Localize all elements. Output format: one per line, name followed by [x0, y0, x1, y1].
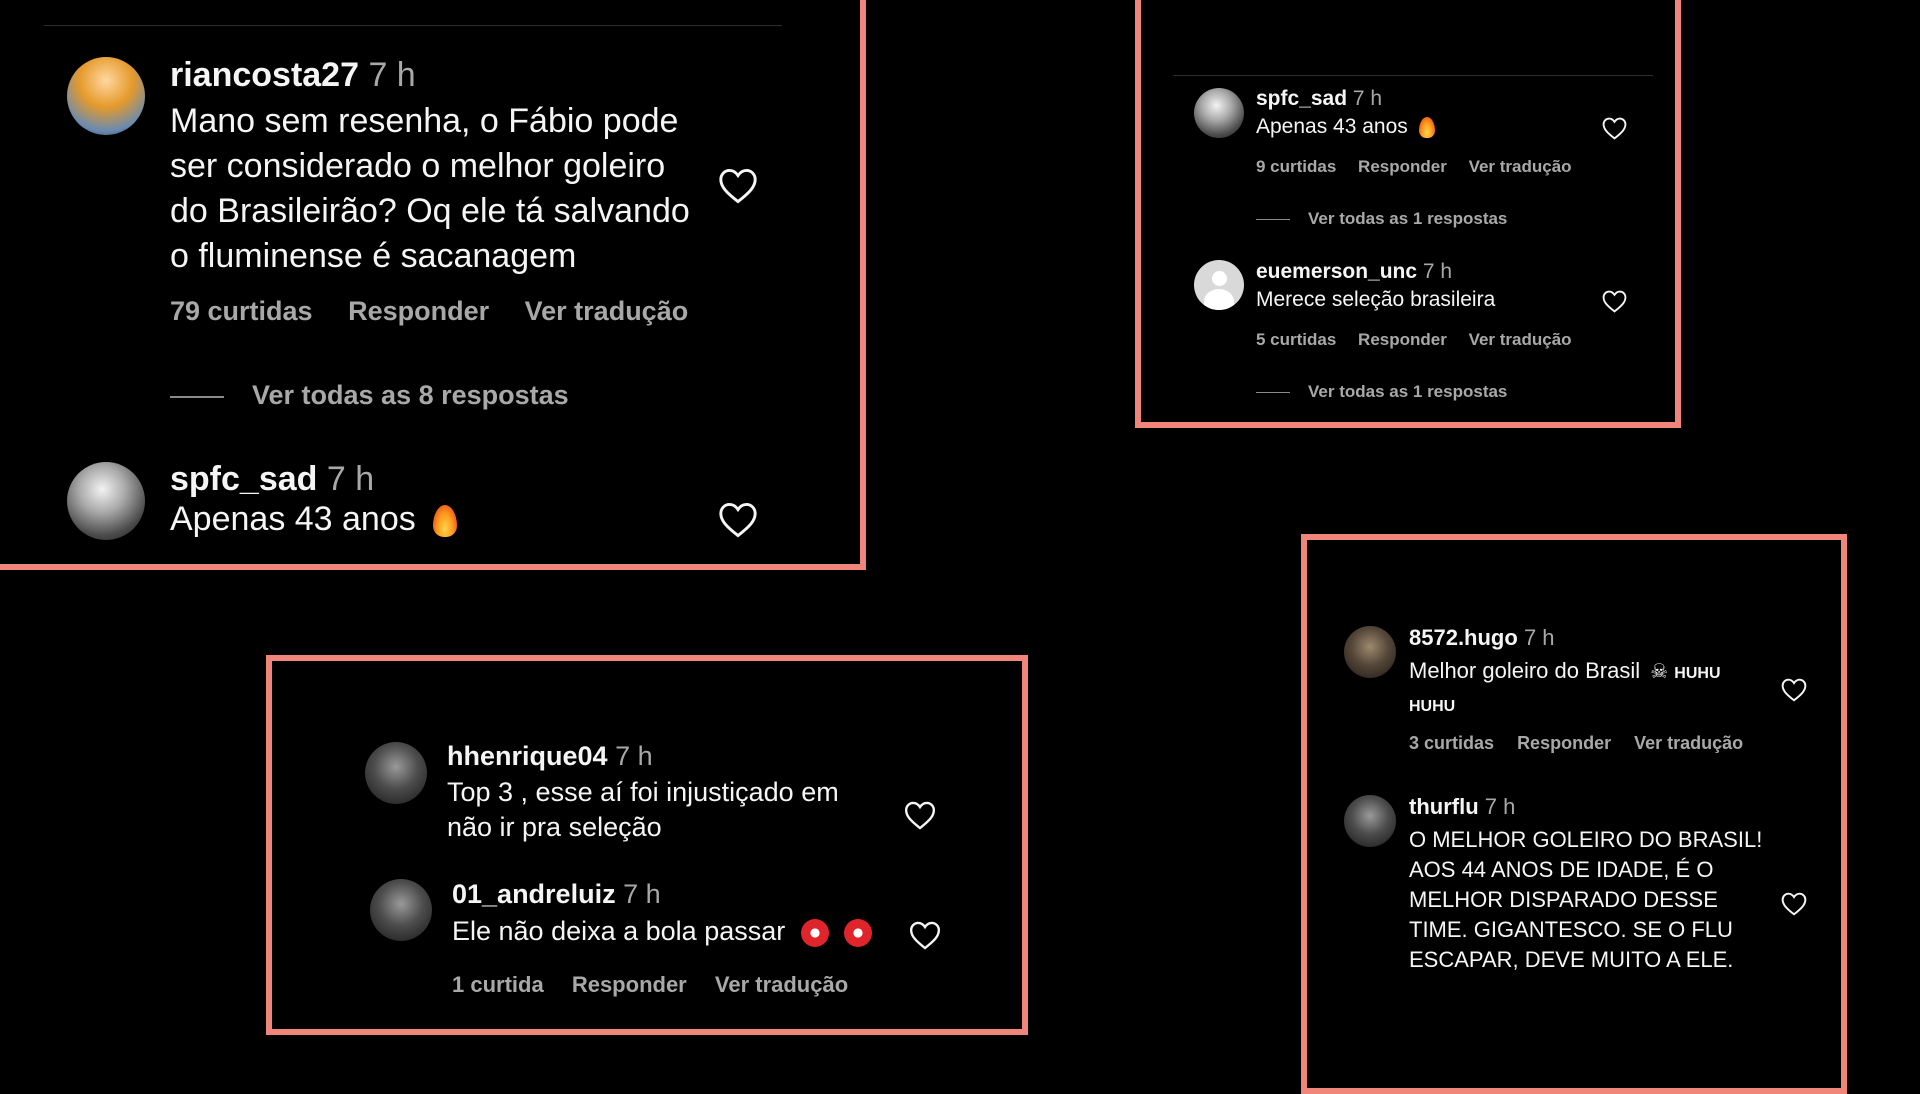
likes-count[interactable]: 3 curtidas — [1409, 733, 1494, 753]
timestamp: 7 h — [1523, 625, 1555, 650]
translate-button[interactable]: Ver tradução — [1634, 733, 1743, 753]
like-heart-icon[interactable] — [1781, 678, 1807, 702]
view-replies-label[interactable]: Ver todas as 8 respostas — [252, 380, 569, 410]
red-eyes-emoji-icon — [800, 918, 829, 947]
username[interactable]: 8572.hugo — [1409, 625, 1518, 650]
timestamp: 7 h — [368, 56, 416, 94]
timestamp: 7 h — [623, 879, 661, 909]
translate-button[interactable]: Ver tradução — [525, 296, 689, 326]
comments-panel-top-left: riancosta27 7 h Mano sem resenha, o Fábi… — [0, 0, 866, 570]
username[interactable]: thurflu — [1409, 794, 1479, 819]
replies-line — [1256, 219, 1290, 221]
fire-emoji-icon — [1418, 116, 1435, 138]
username[interactable]: euemerson_unc — [1256, 260, 1417, 283]
comment-header: 8572.hugo 7 h — [1409, 625, 1555, 651]
translate-button[interactable]: Ver tradução — [1469, 330, 1572, 349]
timestamp: 7 h — [326, 460, 375, 498]
comment-actions: 1 curtida Responder Ver tradução — [452, 972, 848, 998]
reply-button[interactable]: Responder — [1358, 157, 1447, 176]
view-replies-link[interactable]: Ver todas as 8 respostas — [170, 380, 569, 411]
avatar[interactable] — [1344, 626, 1396, 678]
timestamp: 7 h — [1484, 794, 1516, 819]
avatar[interactable] — [1194, 88, 1244, 138]
translate-button[interactable]: Ver tradução — [715, 972, 848, 997]
comment-text-content: Apenas 43 anos — [170, 500, 416, 538]
comment-text: Apenas 43 anos — [170, 500, 458, 539]
like-heart-icon[interactable] — [1781, 892, 1807, 916]
comment-text: O MELHOR GOLEIRO DO BRASIL! AOS 44 ANOS … — [1409, 827, 1763, 972]
avatar[interactable] — [67, 462, 145, 540]
comments-panel-bottom-left: hhenrique04 7 h Top 3 , esse aí foi inju… — [266, 655, 1028, 1035]
comment-text: Apenas 43 anos — [1256, 115, 1435, 139]
comments-panel-bottom-right: 8572.hugo 7 h Melhor goleiro do Brasil ☠… — [1301, 534, 1847, 1094]
comment-text: Top 3 , esse aí foi injustiçado em não i… — [447, 777, 839, 842]
likes-count[interactable]: 1 curtida — [452, 972, 544, 997]
reply-button[interactable]: Responder — [1517, 733, 1611, 753]
like-heart-icon[interactable] — [904, 801, 936, 830]
comment-text: Mano sem resenha, o Fábio pode ser consi… — [170, 102, 690, 275]
comment-text-content: Ele não deixa a bola passar — [452, 916, 786, 946]
comment-actions: 3 curtidas Responder Ver tradução — [1409, 733, 1743, 754]
reply-button[interactable]: Responder — [1358, 330, 1447, 349]
view-replies-label[interactable]: Ver todas as 1 respostas — [1308, 209, 1507, 228]
replies-line — [170, 395, 224, 398]
replies-line — [1256, 392, 1290, 394]
comment-header: riancosta27 7 h — [170, 56, 416, 95]
comment-actions: 9 curtidas Responder Ver tradução — [1256, 157, 1572, 177]
comment-actions: 5 curtidas Responder Ver tradução — [1256, 330, 1572, 350]
avatar[interactable] — [1344, 795, 1396, 847]
username[interactable]: spfc_sad — [1256, 87, 1347, 110]
likes-count[interactable]: 5 curtidas — [1256, 330, 1336, 349]
comment-text-content: Apenas 43 anos — [1256, 115, 1408, 138]
skull-emoji-icon: ☠ — [1650, 661, 1669, 684]
like-heart-icon[interactable] — [1602, 117, 1627, 140]
username[interactable]: hhenrique04 — [447, 741, 608, 771]
username[interactable]: spfc_sad — [170, 460, 317, 498]
timestamp: 7 h — [1352, 87, 1383, 110]
translate-button[interactable]: Ver tradução — [1469, 157, 1572, 176]
timestamp: 7 h — [615, 741, 653, 771]
avatar[interactable] — [370, 879, 432, 941]
reply-button[interactable]: Responder — [348, 296, 489, 326]
avatar[interactable] — [365, 742, 427, 804]
like-heart-icon[interactable] — [718, 168, 758, 204]
avatar[interactable] — [67, 57, 145, 135]
view-replies-link[interactable]: Ver todas as 1 respostas — [1256, 209, 1507, 229]
like-heart-icon[interactable] — [1602, 290, 1627, 313]
likes-count[interactable]: 79 curtidas — [170, 296, 313, 326]
view-replies-label[interactable]: Ver todas as 1 respostas — [1308, 382, 1507, 401]
comment-text-content: Melhor goleiro do Brasil — [1409, 658, 1641, 683]
red-eyes-emoji-icon — [844, 918, 873, 947]
likes-count[interactable]: 9 curtidas — [1256, 157, 1336, 176]
username[interactable]: 01_andreluiz — [452, 879, 616, 909]
divider — [1173, 75, 1653, 76]
username[interactable]: riancosta27 — [170, 56, 359, 94]
comments-panel-top-right: spfc_sad 7 h Apenas 43 anos 9 curtidas R… — [1135, 0, 1681, 428]
avatar[interactable] — [1194, 260, 1244, 310]
comment-text: Ele não deixa a bola passar — [452, 916, 873, 947]
comment-text: Merece seleção brasileira — [1256, 288, 1496, 311]
comment-header: spfc_sad 7 h — [1256, 87, 1382, 111]
comment-text: Melhor goleiro do Brasil ☠ HUHU HUHU — [1409, 656, 1769, 722]
timestamp: 7 h — [1422, 260, 1453, 283]
comment-header: spfc_sad 7 h — [170, 460, 374, 499]
comment-actions: 79 curtidas Responder Ver tradução — [170, 296, 688, 327]
comment-header: 01_andreluiz 7 h — [452, 879, 661, 910]
fire-emoji-icon — [433, 505, 458, 538]
reply-button[interactable]: Responder — [572, 972, 687, 997]
comment-header: thurflu 7 h — [1409, 794, 1515, 820]
divider — [44, 25, 782, 26]
like-heart-icon[interactable] — [718, 502, 758, 538]
view-replies-link[interactable]: Ver todas as 1 respostas — [1256, 382, 1507, 402]
like-heart-icon[interactable] — [909, 921, 941, 950]
comment-header: euemerson_unc 7 h — [1256, 260, 1452, 284]
comment-header: hhenrique04 7 h — [447, 741, 653, 772]
